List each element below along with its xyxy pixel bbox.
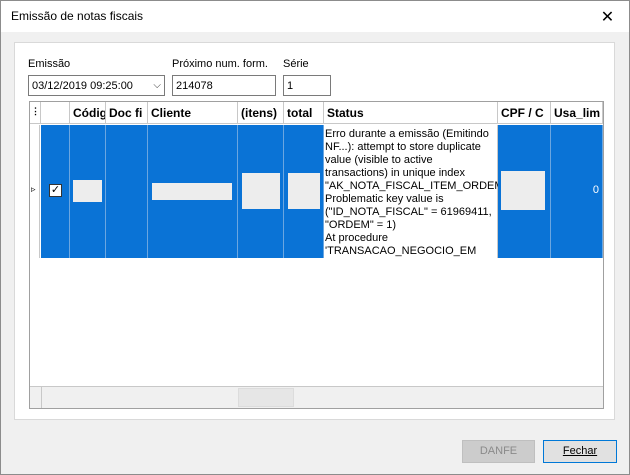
- emissao-label: Emissão: [28, 58, 71, 70]
- table-row[interactable]: ▹ ✓ Erro durante a emissão (Emitindo NF.…: [30, 125, 603, 258]
- redacted-block: [152, 183, 232, 200]
- main-panel: Emissão 03/12/2019 09:25:00 ⌵ Próximo nu…: [14, 42, 615, 420]
- col-header-cpf[interactable]: CPF / C: [498, 102, 551, 124]
- redacted-block: [288, 173, 320, 209]
- proximo-num-field[interactable]: 214078: [172, 75, 276, 96]
- proximo-label: Próximo num. form.: [172, 58, 268, 70]
- col-header-status[interactable]: Status: [324, 102, 498, 124]
- col-header-usa-lim[interactable]: Usa_lim: [551, 102, 603, 124]
- proximo-value: 214078: [176, 80, 213, 92]
- danfe-button[interactable]: DANFE: [462, 440, 535, 463]
- serie-field[interactable]: 1: [283, 75, 331, 96]
- dialog-window: Emissão de notas fiscais ✕ Emissão 03/12…: [0, 0, 630, 475]
- row-indicator: ▹: [30, 125, 40, 258]
- window-title: Emissão de notas fiscais: [11, 9, 144, 23]
- redacted-block: [501, 171, 545, 210]
- status-cell[interactable]: Erro durante a emissão (Emitindo NF...):…: [324, 125, 508, 258]
- itens-cell[interactable]: [238, 125, 284, 258]
- current-row-arrow-icon: ▹: [31, 184, 36, 194]
- serie-label: Série: [283, 58, 309, 70]
- fechar-button[interactable]: Fechar: [543, 440, 617, 463]
- serie-value: 1: [287, 80, 294, 92]
- chevron-down-icon[interactable]: ⌵: [153, 79, 161, 93]
- usa-lim-cell[interactable]: 0: [551, 125, 603, 258]
- close-icon[interactable]: ✕: [586, 1, 629, 32]
- select-all-icon[interactable]: ⋮: [30, 102, 41, 124]
- cliente-cell[interactable]: [148, 125, 238, 258]
- select-cell[interactable]: ✓: [41, 125, 70, 258]
- col-header-cliente[interactable]: Cliente: [148, 102, 238, 124]
- total-cell[interactable]: [284, 125, 324, 258]
- doc-fiscal-cell[interactable]: [106, 125, 148, 258]
- title-bar: Emissão de notas fiscais ✕: [1, 1, 629, 32]
- notas-grid[interactable]: ⋮ Códig Doc fi Cliente (itens) total Sta…: [29, 101, 604, 409]
- status-text: Erro durante a emissão (Emitindo NF...):…: [325, 128, 508, 257]
- emissao-value: 03/12/2019 09:25:00: [32, 80, 133, 92]
- redacted-block: [242, 173, 280, 209]
- redacted-block: [73, 180, 102, 202]
- col-header-doc-fiscal[interactable]: Doc fi: [106, 102, 148, 124]
- emissao-date-picker[interactable]: 03/12/2019 09:25:00 ⌵: [28, 75, 165, 96]
- horizontal-scrollbar[interactable]: [30, 386, 603, 408]
- col-header-codigo[interactable]: Códig: [70, 102, 106, 124]
- fechar-label: Fechar: [562, 445, 598, 457]
- scrollbar-thumb[interactable]: [238, 388, 294, 407]
- scrollbar-corner: [30, 387, 42, 408]
- col-header-total[interactable]: total: [284, 102, 324, 124]
- codigo-cell[interactable]: [70, 125, 106, 258]
- cpf-cell[interactable]: [498, 125, 551, 258]
- col-header-itens[interactable]: (itens): [238, 102, 284, 124]
- usa-lim-value: 0: [592, 184, 599, 196]
- row-checkbox[interactable]: ✓: [49, 184, 62, 197]
